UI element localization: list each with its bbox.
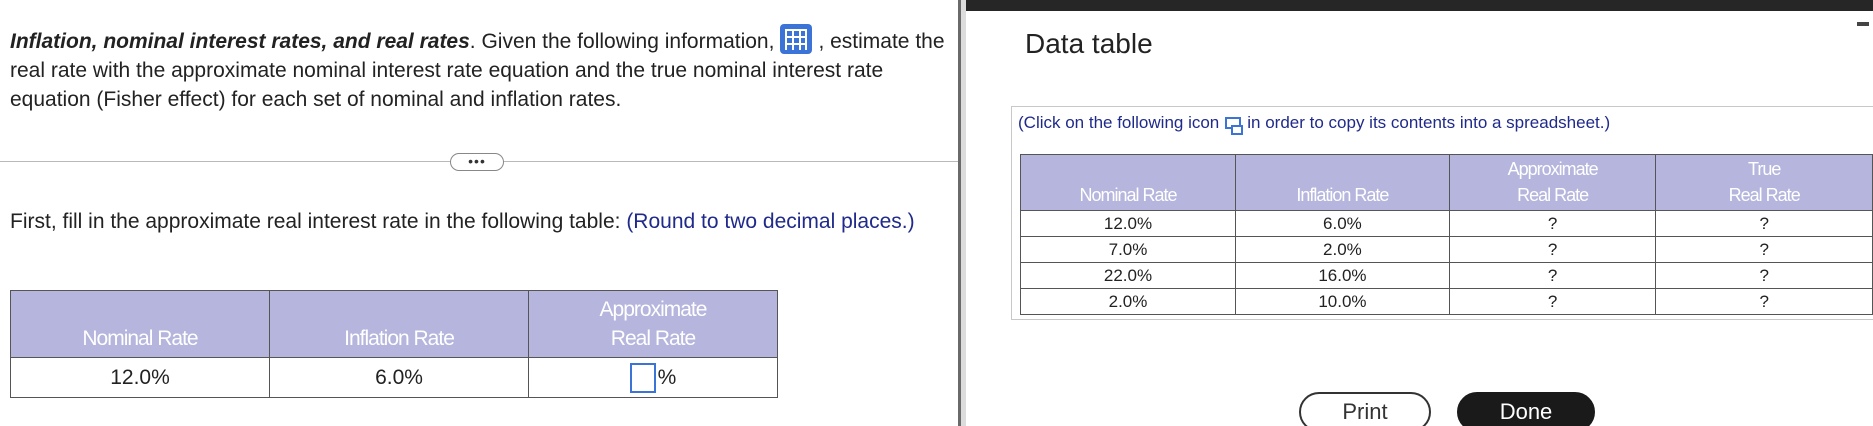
data-table-header: Nominal Rate Inflation Rate Approximate R… — [1020, 154, 1873, 211]
header-nominal-rate: Nominal Rate — [10, 290, 270, 358]
dt-cell-inflation: 6.0% — [1234, 210, 1450, 237]
answer-table-header: Nominal Rate Inflation Rate Approximate R… — [10, 290, 778, 358]
dt-cell-approx: ? — [1448, 210, 1657, 237]
table-row: 12.0% 6.0% ? ? — [1020, 210, 1873, 237]
dt-header-approx: Approximate Real Rate — [1448, 154, 1657, 211]
cell-approx-answer: % — [528, 357, 778, 398]
header-inflation-rate: Inflation Rate — [269, 290, 529, 358]
approx-real-rate-input[interactable] — [629, 362, 656, 393]
data-table-dialog: Data table (Click on the following icon i… — [966, 0, 1873, 426]
question-title: Inflation, nominal interest rates, and r… — [10, 30, 470, 53]
dt-header-approx-line1: Approximate — [1507, 159, 1599, 179]
table-row: 7.0% 2.0% ? ? — [1020, 236, 1873, 263]
dt-cell-nominal: 22.0% — [1020, 262, 1236, 289]
question-text: Inflation, nominal interest rates, and r… — [10, 24, 950, 114]
instruction-label: First, fill in the approximate real inte… — [10, 210, 621, 233]
header-approx-real-rate: Approximate Real Rate — [528, 290, 778, 358]
dt-header-nominal: Nominal Rate — [1020, 154, 1236, 211]
dt-cell-true: ? — [1655, 236, 1873, 263]
dt-cell-approx: ? — [1448, 236, 1657, 263]
instruction-text: First, fill in the approximate real inte… — [10, 210, 915, 234]
question-intro: . Given the following information, — [469, 30, 775, 53]
dt-header-true: True Real Rate — [1655, 154, 1873, 211]
done-button[interactable]: Done — [1457, 392, 1595, 426]
table-grid-icon[interactable] — [780, 24, 813, 54]
data-table-container: (Click on the following icon in order to … — [1011, 106, 1873, 320]
dt-cell-approx: ? — [1448, 288, 1657, 315]
dialog-title: Data table — [1025, 28, 1153, 59]
print-button[interactable]: Print — [1299, 392, 1431, 426]
more-options-button[interactable]: ••• — [450, 153, 504, 171]
dt-cell-nominal: 12.0% — [1020, 210, 1236, 237]
dt-cell-inflation: 16.0% — [1234, 262, 1450, 289]
table-row: 12.0% 6.0% % — [10, 357, 778, 398]
dt-header-true-line2: Real Rate — [1728, 185, 1801, 205]
dt-cell-true: ? — [1655, 288, 1873, 315]
dt-cell-approx: ? — [1448, 262, 1657, 289]
dt-cell-true: ? — [1655, 262, 1873, 289]
cell-nominal-rate: 12.0% — [10, 357, 270, 398]
copy-note-after: in order to copy its contents into a spr… — [1247, 113, 1611, 132]
dt-cell-inflation: 2.0% — [1234, 236, 1450, 263]
dialog-top-bar — [966, 0, 1873, 11]
data-table: Nominal Rate Inflation Rate Approximate R… — [1020, 154, 1873, 315]
copy-note-before: (Click on the following icon — [1018, 113, 1220, 132]
cell-inflation-rate: 6.0% — [269, 357, 529, 398]
percent-sign: % — [657, 365, 677, 389]
dt-header-true-line1: True — [1748, 159, 1781, 179]
dt-cell-nominal: 7.0% — [1020, 236, 1236, 263]
table-row: 2.0% 10.0% ? ? — [1020, 288, 1873, 315]
close-icon[interactable] — [1857, 22, 1869, 26]
header-approx-line2: Real Rate — [610, 327, 696, 350]
dt-cell-inflation: 10.0% — [1234, 288, 1450, 315]
table-row: 22.0% 16.0% ? ? — [1020, 262, 1873, 289]
rounding-hint: (Round to two decimal places.) — [626, 210, 915, 233]
dt-header-approx-line2: Real Rate — [1517, 185, 1589, 205]
dt-cell-nominal: 2.0% — [1020, 288, 1236, 315]
answer-table: Nominal Rate Inflation Rate Approximate R… — [10, 290, 778, 398]
dt-cell-true: ? — [1655, 210, 1873, 237]
copy-icon[interactable] — [1225, 117, 1244, 135]
header-approx-line1: Approximate — [599, 298, 708, 321]
copy-instruction: (Click on the following icon in order to … — [1018, 113, 1611, 135]
dt-header-inflation: Inflation Rate — [1234, 154, 1450, 211]
question-pane: Inflation, nominal interest rates, and r… — [0, 0, 958, 426]
